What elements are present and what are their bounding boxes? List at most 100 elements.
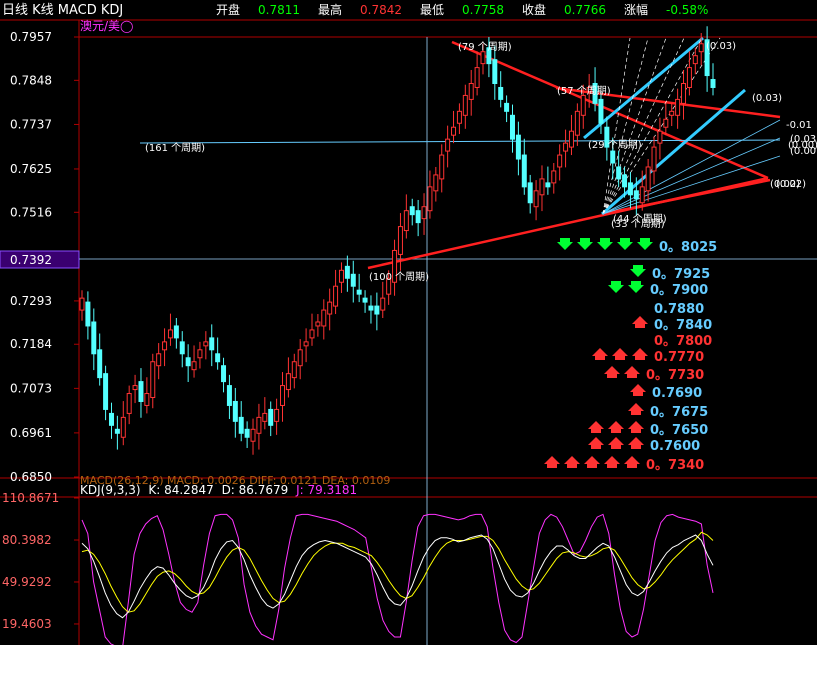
target-label: 0。7900	[650, 283, 708, 298]
candle-body	[509, 114, 515, 140]
candle-body	[291, 361, 297, 379]
current-price-label: 0.7392	[10, 253, 52, 267]
candle-body	[515, 134, 521, 160]
right-label: -0.01	[786, 120, 812, 131]
symbol-label: 澳元/美◯	[80, 19, 133, 33]
kdj-k: K: 84.2847	[148, 483, 213, 497]
candle-body	[480, 51, 486, 65]
target-label: 0。7840	[654, 318, 712, 333]
cycle-label: (79 个周期)	[458, 41, 512, 53]
header-label: 最高	[318, 2, 342, 17]
price-tick-label: 0.7848	[10, 73, 52, 87]
price-tick-label: 0.6850	[10, 470, 52, 484]
candle-body	[433, 174, 439, 192]
target-label: 0.7690	[652, 386, 702, 401]
candle-body	[669, 110, 675, 116]
candle-body	[415, 210, 421, 224]
header-label: 涨幅	[624, 2, 648, 17]
candle-body	[144, 393, 150, 406]
right-label: (0.03)	[752, 93, 782, 104]
kline-chart[interactable]: 日线 K线 MACD KDJ 开盘 0.7811 最高 0.7842 最低 0.7758 收…	[0, 0, 817, 645]
kdj-j: J: 79.3181	[295, 483, 357, 497]
candle-body	[692, 55, 698, 65]
cycle-label: (44 个周期)	[613, 213, 667, 225]
price-tick-label: 0.7073	[10, 381, 52, 395]
kdj-tick-label: 19.4603	[2, 617, 52, 631]
candle-body	[368, 305, 374, 311]
header-label: 收盘	[522, 2, 546, 17]
candle-body	[533, 190, 539, 208]
candle-body	[539, 178, 545, 196]
candle-body	[675, 98, 681, 116]
candle-body	[221, 365, 227, 383]
candle-body	[150, 361, 156, 399]
candle-body	[132, 385, 138, 391]
candle-body	[374, 305, 380, 315]
candle-body	[462, 94, 468, 116]
price-tick-label: 0.7625	[10, 162, 52, 176]
candle-body	[250, 428, 256, 442]
header-label: 最低	[420, 3, 444, 17]
candle-body	[698, 43, 704, 53]
candle-body	[468, 83, 474, 100]
price-tick-label: 0.7516	[10, 205, 52, 219]
price-tick-label: 0.7737	[10, 117, 52, 131]
candle-body	[285, 373, 291, 391]
candle-body	[203, 341, 209, 347]
candle-body	[409, 206, 415, 216]
candle-body	[651, 146, 657, 172]
candle-body	[397, 226, 403, 255]
candle-body	[663, 118, 669, 128]
candle-body	[710, 79, 716, 88]
candle-body	[622, 174, 628, 188]
header-value: 0.7766	[564, 3, 606, 17]
candle-body	[209, 337, 215, 351]
candle-body	[262, 412, 268, 422]
candle-body	[633, 190, 639, 200]
candle-body	[598, 98, 604, 124]
target-label: 0.7600	[650, 439, 700, 454]
kdj-tick-label: 110.8671	[2, 491, 59, 505]
candle-body	[309, 329, 315, 339]
price-tick-label: 0.7184	[10, 337, 52, 351]
candle-body	[686, 67, 692, 88]
candle-body	[103, 373, 109, 410]
candle-body	[297, 349, 303, 367]
price-tick-label: 0.7957	[10, 30, 52, 44]
candle-body	[179, 341, 185, 355]
candle-body	[156, 353, 162, 367]
target-label: 0。7925	[652, 267, 710, 282]
candle-body	[162, 341, 168, 351]
cycle-label: (29 个周期)	[588, 139, 642, 151]
candle-body	[126, 393, 132, 414]
candle-body	[504, 102, 510, 112]
target-label: 0。7650	[650, 423, 708, 438]
right-label: (0.02)	[776, 179, 806, 190]
price-tick-label: 0.6961	[10, 426, 52, 440]
candle-body	[114, 428, 120, 434]
header-value: 0.7811	[258, 3, 300, 17]
candle-body	[362, 297, 368, 303]
candle-body	[439, 154, 445, 180]
price-tick-label: 0.7293	[10, 294, 52, 308]
candle-body	[191, 361, 197, 371]
candle-body	[427, 186, 433, 212]
candle-body	[85, 301, 91, 327]
candle-body	[563, 142, 569, 152]
kdj-name: KDJ(9,3,3)	[80, 483, 141, 497]
candle-body	[492, 59, 498, 85]
candle-body	[527, 182, 533, 204]
candle-body	[97, 349, 103, 379]
cycle-label: (161 个周期)	[145, 142, 205, 154]
header-value: 0.7758	[462, 3, 504, 17]
candle-body	[557, 154, 563, 168]
candle-body	[574, 110, 580, 136]
candle-body	[627, 182, 633, 196]
candle-body	[356, 289, 362, 295]
candle-body	[91, 321, 97, 355]
right-label: (0.03)	[790, 134, 817, 145]
candle-body	[445, 138, 451, 152]
candle-body	[167, 329, 173, 339]
candle-body	[580, 94, 586, 116]
target-label: 0.7880	[654, 302, 704, 317]
